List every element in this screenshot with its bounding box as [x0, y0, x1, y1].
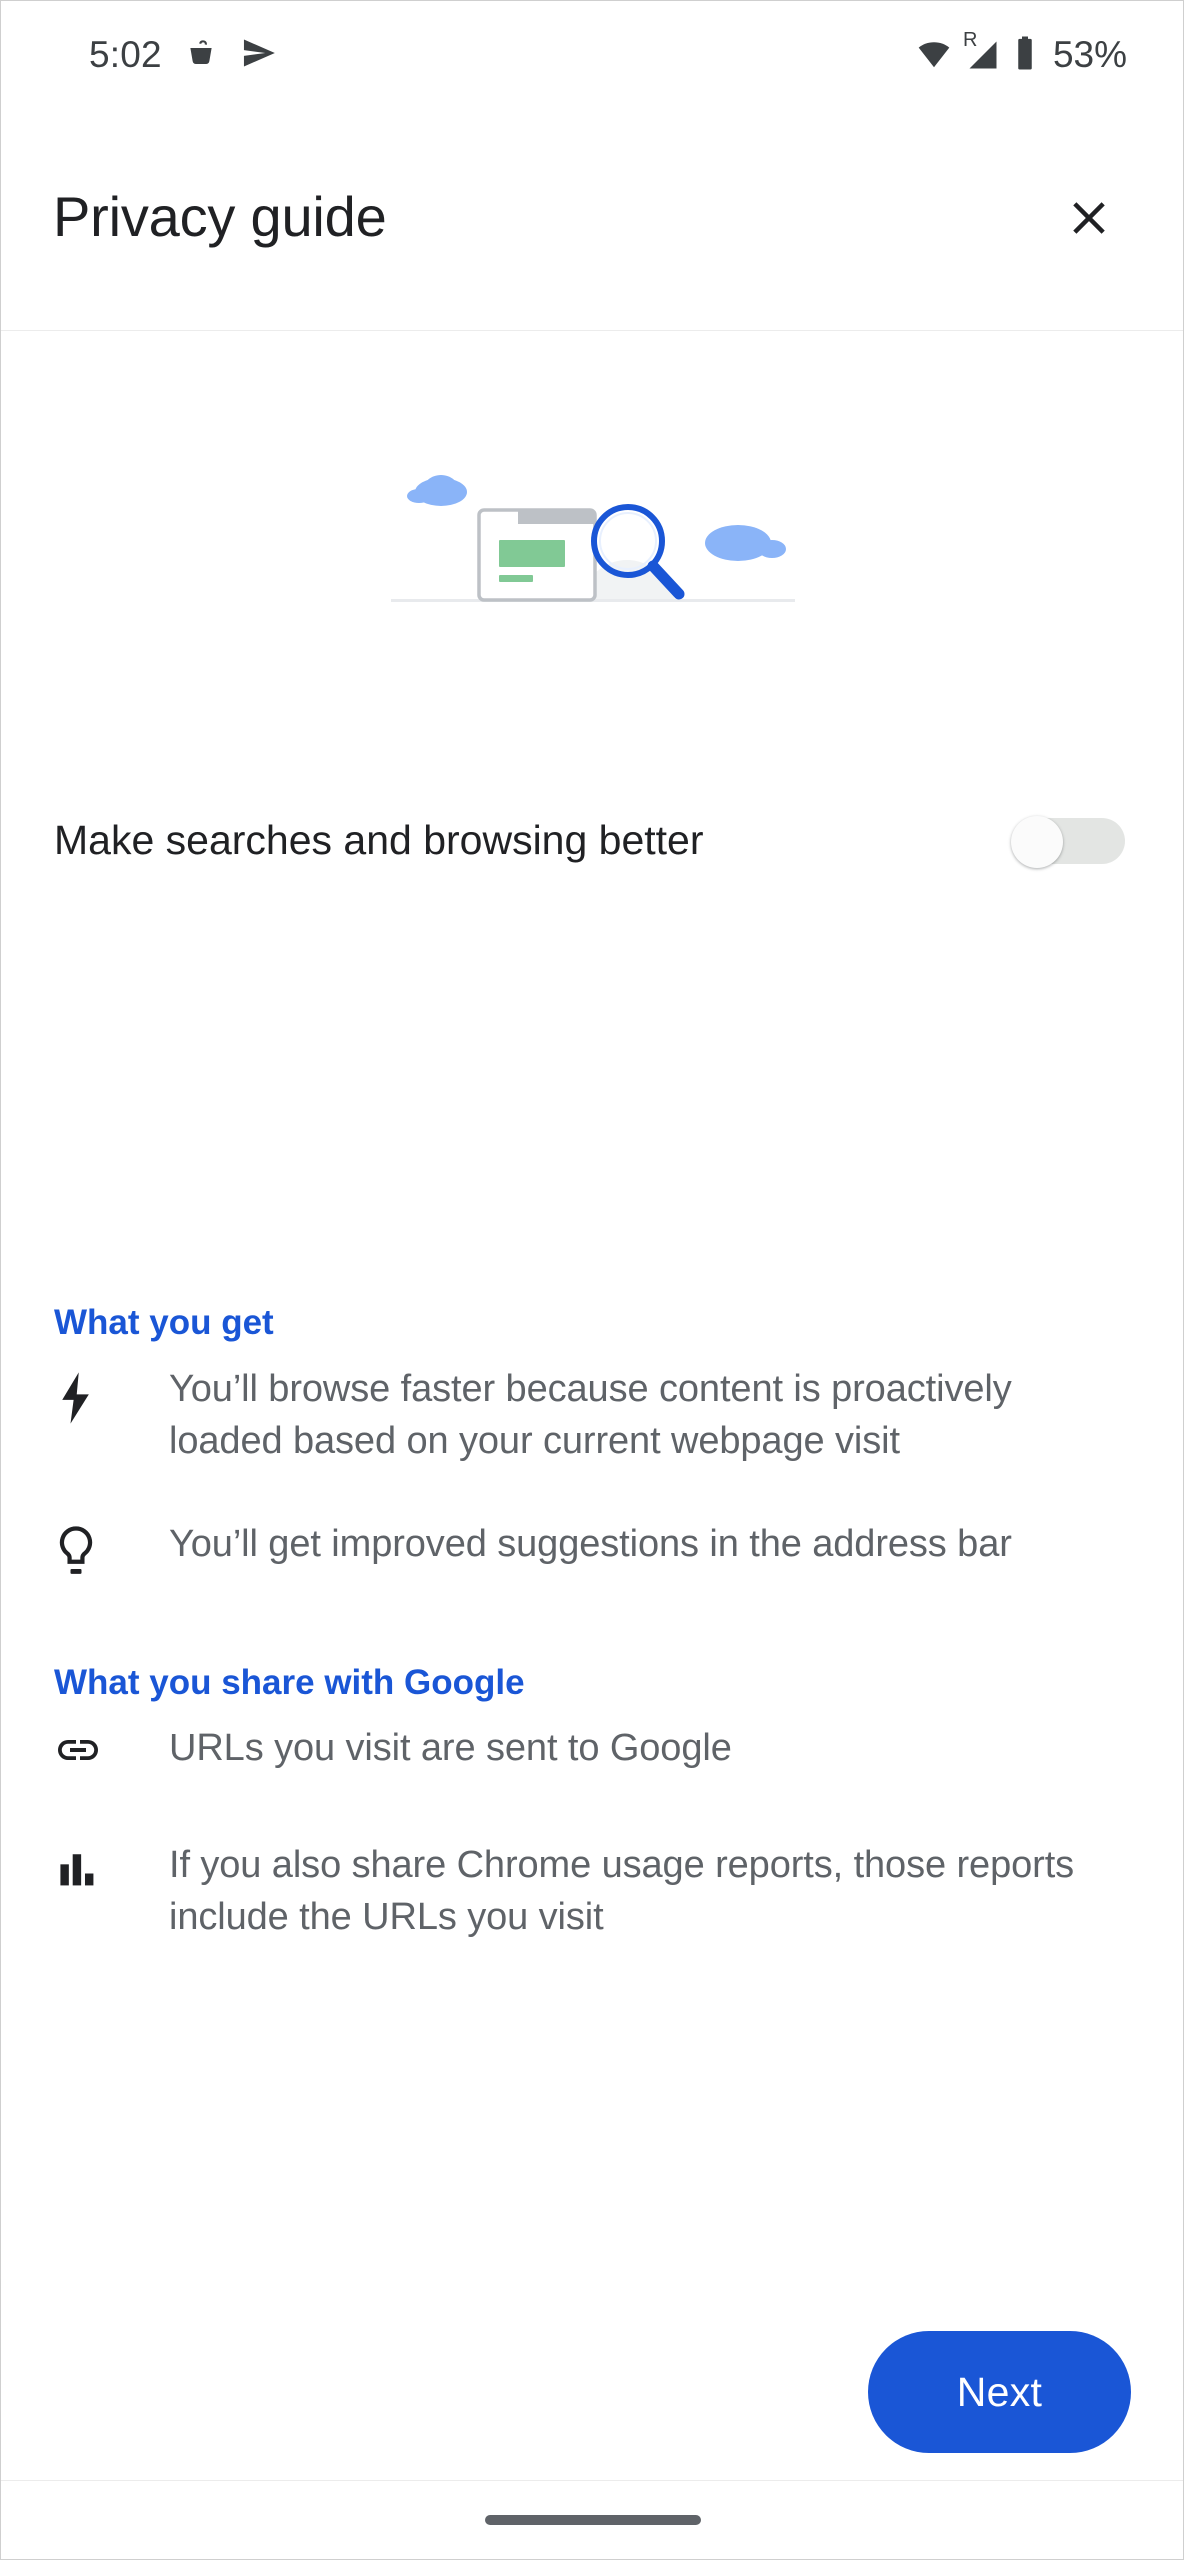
list-item-label: You’ll browse faster because content is …	[169, 1368, 1012, 1462]
list-item: URLs you visit are sent to Google	[54, 1722, 1132, 1774]
lightbulb-icon	[54, 1518, 169, 1580]
browser-card	[477, 508, 597, 602]
toggle-thumb	[1011, 816, 1063, 868]
list-item-label: If you also share Chrome usage reports, …	[169, 1844, 1075, 1938]
close-icon	[1062, 191, 1116, 248]
cloud-right	[705, 525, 786, 561]
toggle-label: Make searches and browsing better	[54, 817, 704, 864]
page-title: Privacy guide	[53, 184, 387, 248]
drink-icon	[184, 36, 218, 75]
link-icon	[54, 1722, 169, 1772]
make-searches-better-row[interactable]: Make searches and browsing better	[1, 786, 1183, 896]
battery-percent-label: 53%	[1052, 34, 1127, 75]
section-header-what-you-get: What you get	[54, 1303, 274, 1342]
system-navigation-bar	[1, 2480, 1183, 2559]
bolt-icon	[54, 1363, 169, 1427]
list-item-label: You’ll get improved suggestions in the a…	[169, 1523, 1012, 1565]
gesture-handle[interactable]	[485, 2515, 701, 2525]
cloud-left	[407, 475, 467, 506]
status-bar-left: 5:02	[89, 34, 278, 77]
section-header-what-you-share: What you share with Google	[54, 1663, 525, 1702]
make-searches-better-toggle[interactable]	[1011, 816, 1125, 868]
send-icon	[240, 34, 278, 77]
list-item-label: URLs you visit are sent to Google	[169, 1727, 732, 1769]
close-button[interactable]	[1043, 174, 1135, 266]
cellular-signal-icon: R	[963, 29, 1001, 73]
status-bar-clock: 5:02	[89, 34, 162, 75]
wifi-icon	[916, 35, 952, 76]
list-item: You’ll get improved suggestions in the a…	[54, 1518, 1132, 1580]
search-and-browsing-illustration	[1, 418, 1183, 648]
roaming-label: R	[962, 29, 978, 51]
status-bar-right: R 53%	[916, 29, 1127, 76]
next-button[interactable]: Next	[868, 2331, 1131, 2453]
bar-chart-icon	[54, 1839, 169, 1891]
status-bar: 5:02 R 53%	[1, 1, 1183, 109]
list-item: If you also share Chrome usage reports, …	[54, 1839, 1132, 1943]
content-area: Make searches and browsing better What y…	[1, 332, 1183, 2559]
list-item: You’ll browse faster because content is …	[54, 1363, 1132, 1467]
phone-screen: 5:02 R 53% Privacy guide Make searches a…	[0, 0, 1184, 2560]
battery-icon	[1014, 35, 1036, 76]
app-bar: Privacy guide	[1, 109, 1183, 331]
